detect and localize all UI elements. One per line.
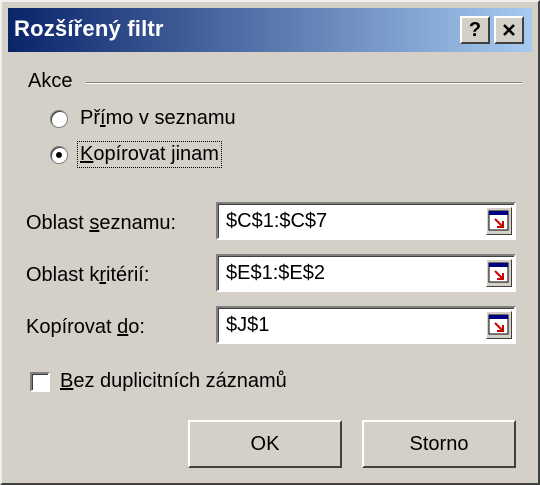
range-select-icon xyxy=(488,314,509,335)
collapse-dialog-button[interactable] xyxy=(486,311,512,339)
criteria-range-label: Oblast kritérií: xyxy=(26,264,150,286)
radio-filter-in-place[interactable]: Přímo v seznamu xyxy=(50,106,238,131)
help-button[interactable]: ? xyxy=(460,16,490,44)
range-select-icon xyxy=(488,262,509,283)
radio-label: Přímo v seznamu xyxy=(80,107,236,129)
unique-records-option[interactable]: Bez duplicitních záznamů xyxy=(30,370,287,393)
copy-to-value[interactable]: $J$1 xyxy=(226,314,269,337)
ok-button[interactable]: OK xyxy=(188,420,342,468)
collapse-dialog-button[interactable] xyxy=(486,207,512,235)
unique-records-checkbox[interactable] xyxy=(30,371,50,392)
help-icon: ? xyxy=(468,19,482,41)
unique-records-label: Bez duplicitních záznamů xyxy=(60,370,287,392)
group-divider xyxy=(86,82,522,84)
criteria-range-input[interactable]: $E$1:$E$2 xyxy=(216,254,516,292)
cancel-button[interactable]: Storno xyxy=(362,420,516,468)
radio-button[interactable] xyxy=(50,145,68,164)
advanced-filter-dialog: Rozšířený filtr ? Akce Přímo v seznamu K… xyxy=(0,0,540,485)
radio-copy-elsewhere[interactable]: Kopírovat jinam xyxy=(50,141,222,168)
list-range-input[interactable]: $C$1:$C$7 xyxy=(216,202,516,240)
close-icon xyxy=(503,24,515,36)
dialog-title: Rozšířený filtr xyxy=(14,16,164,41)
collapse-dialog-button[interactable] xyxy=(486,259,512,287)
copy-to-input[interactable]: $J$1 xyxy=(216,306,516,344)
list-range-value[interactable]: $C$1:$C$7 xyxy=(226,210,327,233)
radio-label: Kopírovat jinam xyxy=(77,141,222,168)
list-range-label: Oblast seznamu: xyxy=(26,212,177,234)
copy-to-label: Kopírovat do: xyxy=(26,316,145,338)
radio-button[interactable] xyxy=(50,109,68,128)
range-select-icon xyxy=(488,210,509,231)
action-group-label: Akce xyxy=(28,70,73,92)
close-button[interactable] xyxy=(494,16,524,44)
title-bar[interactable]: Rozšířený filtr ? xyxy=(8,8,532,52)
criteria-range-value[interactable]: $E$1:$E$2 xyxy=(226,262,325,285)
